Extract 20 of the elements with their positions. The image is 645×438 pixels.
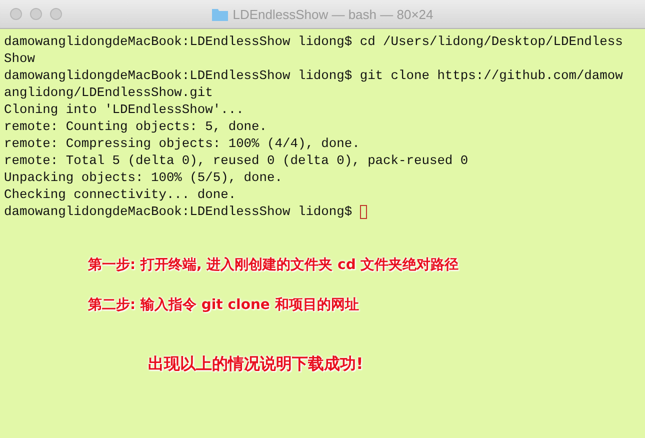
terminal-line: Checking connectivity... done. (4, 186, 238, 203)
annotation-text: 第二步: 输入指令 git clone 和项目的网址 (88, 296, 360, 314)
close-button[interactable] (10, 8, 22, 20)
terminal-line: damowanglidongdeMacBook:LDEndlessShow lidong$ git clone https://github.com/damow (4, 67, 624, 84)
cursor (360, 204, 368, 218)
terminal-line: Unpacking objects: 100% (5/5), done. (4, 169, 284, 186)
terminal-prompt: damowanglidongdeMacBook:LDEndlessShow lidong$ (4, 203, 352, 220)
annotation-text: 第一步: 打开终端, 进入刚创建的文件夹 cd 文件夹绝对路径 (88, 256, 460, 274)
minimize-button[interactable] (30, 8, 42, 20)
terminal-line: damowanglidongdeMacBook:LDEndlessShow lidong$ cd /Users/lidong/Desktop/LDEndless (4, 33, 624, 50)
terminal-line: remote: Compressing objects: 100% (4/4), done. (4, 135, 361, 152)
terminal-line: anglidong/LDEndlessShow.git (4, 84, 214, 101)
annotation-text: 出现以上的情况说明下载成功! (147, 354, 364, 375)
zoom-button[interactable] (50, 8, 62, 20)
folder-icon (212, 8, 228, 20)
terminal-line: Cloning into 'LDEndlessShow'... (4, 101, 245, 118)
terminal-line: remote: Counting objects: 5, done. (4, 118, 268, 135)
window-title: LDEndlessShow — bash — 80×24 (232, 6, 434, 22)
terminal-line: remote: Total 5 (delta 0), reused 0 (delta 0), pack-reused 0 (4, 152, 470, 169)
terminal-line: Show (4, 50, 36, 67)
